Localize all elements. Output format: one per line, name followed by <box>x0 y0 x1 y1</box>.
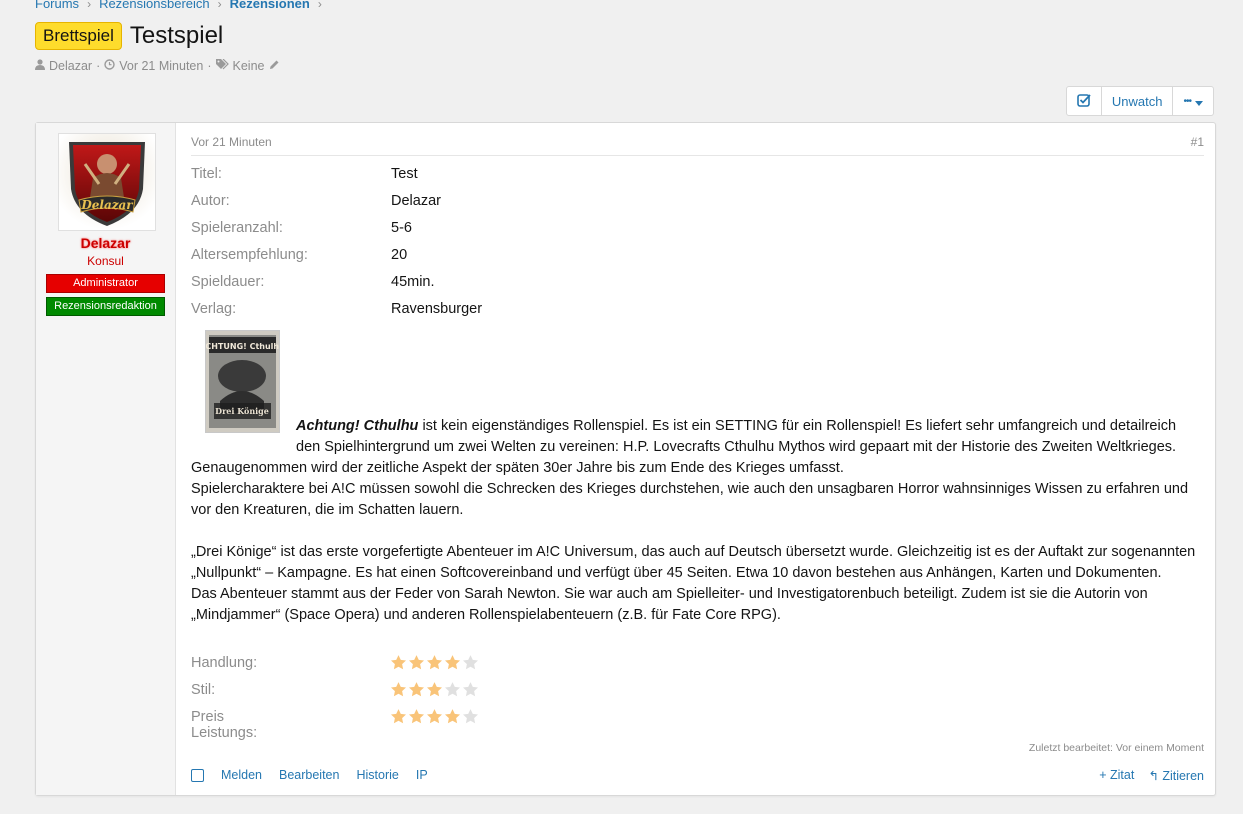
body-paragraph: Spielercharaktere bei A!C müssen sowohl … <box>191 481 1189 518</box>
post-date[interactable]: Vor 21 Minuten <box>191 135 272 149</box>
star-empty-icon <box>462 682 479 697</box>
meta-separator: · <box>96 59 101 73</box>
thread-meta: Delazar · Vor 21 Minuten · Keine <box>35 58 280 73</box>
star-empty-icon <box>462 655 479 670</box>
avatar-logo-text: Delazar <box>80 198 134 212</box>
thread-title-row: Brettspiel Testspiel <box>35 22 223 50</box>
ip-link[interactable]: IP <box>416 768 428 782</box>
star-filled-icon <box>426 655 443 670</box>
history-link[interactable]: Historie <box>356 768 398 782</box>
pencil-icon[interactable] <box>269 59 280 73</box>
thread-time[interactable]: Vor 21 Minuten <box>119 59 203 73</box>
post-username[interactable]: Delazar <box>36 235 175 251</box>
reply-link[interactable]: ↰ Zitieren <box>1148 768 1204 783</box>
ellipsis-icon: ••• <box>1183 95 1191 107</box>
chevron-right-icon: › <box>87 0 92 11</box>
thread-tags: Keine <box>232 59 265 73</box>
star-empty-icon <box>462 709 479 724</box>
user-icon <box>35 59 45 73</box>
rating-label: Preis Leistungs: <box>191 709 258 741</box>
body-paragraph: Achtung! Cthulhu ist kein eigenständiges… <box>191 416 1204 458</box>
edit-link[interactable]: Bearbeiten <box>279 768 339 782</box>
breadcrumb-forums[interactable]: Forums <box>35 0 79 11</box>
field-value: Test <box>391 166 418 182</box>
field-label: Spieldauer: <box>191 274 265 290</box>
post-number[interactable]: #1 <box>1191 135 1204 149</box>
body-emphasis: Achtung! Cthulhu <box>296 418 419 434</box>
select-post-checkbox[interactable] <box>191 769 204 782</box>
star-filled-icon <box>426 682 443 697</box>
post-footer-left: Melden Bearbeiten Historie IP <box>191 768 428 782</box>
breadcrumb-rezensionsbereich[interactable]: Rezensionsbereich <box>99 0 210 11</box>
check-square-icon <box>1077 93 1091 110</box>
field-value: Ravensburger <box>391 301 483 317</box>
bookmark-button[interactable] <box>1067 87 1101 115</box>
cover-title-bottom: Drei Könige <box>215 406 269 416</box>
post-card: Delazar Delazar Konsul Administrator Rez… <box>35 122 1216 796</box>
star-empty-icon <box>444 682 461 697</box>
field-label: Altersempfehlung: <box>191 247 308 263</box>
star-filled-icon <box>408 682 425 697</box>
body-paragraph: Das Abenteuer stammt aus der Feder von S… <box>191 586 1148 623</box>
star-rating <box>390 681 479 698</box>
field-label: Autor: <box>191 193 230 209</box>
body-paragraph: Genaugenommen wird der zeitliche Aspekt … <box>191 460 844 476</box>
meta-separator: · <box>207 59 212 73</box>
field-label: Spieleranzahl: <box>191 220 283 236</box>
post-footer-right: + Zitat ↰ Zitieren <box>1099 768 1204 783</box>
rating-label: Stil: <box>191 682 216 698</box>
field-label: Verlag: <box>191 301 237 317</box>
body-spacer <box>191 521 1204 542</box>
thread-author[interactable]: Delazar <box>49 59 92 73</box>
chevron-right-icon: › <box>217 0 222 11</box>
reply-icon: ↰ <box>1148 769 1159 783</box>
field-value: 5-6 <box>391 220 412 236</box>
avatar[interactable]: Delazar <box>58 133 156 231</box>
clock-icon <box>104 59 115 73</box>
star-rating <box>390 708 479 725</box>
star-rating <box>390 654 479 671</box>
post-user-title: Konsul <box>87 254 124 268</box>
multi-quote-link[interactable]: + Zitat <box>1099 768 1134 783</box>
banner-rezensionsredaktion: Rezensionsredaktion <box>46 297 165 316</box>
body-paragraph: „Drei Könige“ ist das erste vorgefertigt… <box>191 544 1196 581</box>
field-value: Delazar <box>391 193 441 209</box>
last-edited-note: Zuletzt bearbeitet: Vor einem Moment <box>1028 742 1204 754</box>
post-header: Vor 21 Minuten #1 <box>191 133 1204 156</box>
rating-label: Handlung: <box>191 655 258 671</box>
star-filled-icon <box>390 709 407 724</box>
more-options-button[interactable]: ••• <box>1172 87 1213 115</box>
post-user-column: Delazar Delazar Konsul Administrator Rez… <box>36 123 176 795</box>
thread-prefix-badge[interactable]: Brettspiel <box>35 22 122 50</box>
report-link[interactable]: Melden <box>221 768 262 782</box>
star-filled-icon <box>444 709 461 724</box>
unwatch-button[interactable]: Unwatch <box>1100 87 1173 115</box>
star-filled-icon <box>408 655 425 670</box>
star-filled-icon <box>408 709 425 724</box>
reply-label: Zitieren <box>1162 769 1204 783</box>
cover-title-top: ACHTUNG! Cthulhu <box>206 342 279 351</box>
caret-down-icon <box>1195 94 1203 109</box>
post-body: Achtung! Cthulhu ist kein eigenständiges… <box>191 416 1204 626</box>
star-filled-icon <box>444 655 461 670</box>
star-filled-icon <box>390 655 407 670</box>
chevron-right-icon: › <box>317 0 322 11</box>
thread-actions: Unwatch ••• <box>1065 86 1214 116</box>
banner-administrator: Administrator <box>46 274 165 293</box>
field-value: 20 <box>391 247 408 263</box>
breadcrumb-rezensionen[interactable]: Rezensionen <box>230 0 310 11</box>
body-text: ist kein eigenständiges Rollenspiel. Es … <box>296 418 1177 455</box>
page-title: Testspiel <box>129 22 224 49</box>
post-footer: Melden Bearbeiten Historie IP + Zitat ↰ … <box>191 768 1204 786</box>
field-value: 45min. <box>391 274 435 290</box>
star-filled-icon <box>390 682 407 697</box>
field-label: Titel: <box>191 166 222 182</box>
tags-icon <box>215 58 229 73</box>
breadcrumb: Forums › Rezensionsbereich › Rezensionen › <box>35 0 330 13</box>
star-filled-icon <box>426 709 443 724</box>
